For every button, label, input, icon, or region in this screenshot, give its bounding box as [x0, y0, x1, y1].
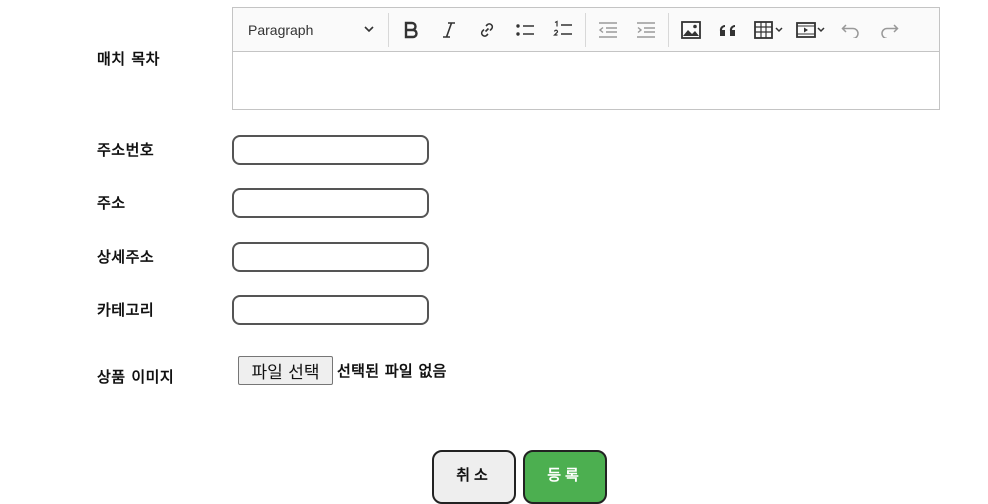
file-select-button[interactable]: 파일 선택 [238, 356, 333, 385]
heading-dropdown[interactable]: Paragraph [233, 8, 385, 52]
toolbar-divider [668, 12, 669, 47]
bulleted-list-button[interactable] [506, 8, 544, 52]
category-input[interactable] [232, 295, 429, 325]
address-label: 주소 [97, 194, 126, 212]
toc-label: 매치 목차 [97, 50, 160, 68]
detail-address-label: 상세주소 [97, 248, 155, 266]
undo-button[interactable] [832, 8, 870, 52]
numbered-list-icon [553, 20, 573, 40]
zipcode-label: 주소번호 [97, 141, 155, 159]
outdent-button[interactable] [589, 8, 627, 52]
italic-icon [440, 21, 458, 39]
toolbar-divider [585, 12, 586, 47]
chevron-down-icon [363, 22, 375, 38]
bulleted-list-icon [515, 21, 535, 39]
indent-button[interactable] [627, 8, 665, 52]
numbered-list-button[interactable] [544, 8, 582, 52]
insert-image-button[interactable] [672, 8, 710, 52]
category-label: 카테고리 [97, 301, 155, 319]
media-icon [796, 21, 826, 39]
indent-icon [636, 21, 656, 39]
bold-button[interactable] [392, 8, 430, 52]
address-input[interactable] [232, 188, 429, 218]
table-icon [754, 20, 784, 39]
submit-button[interactable]: 등록 [523, 450, 607, 504]
insert-table-button[interactable] [748, 8, 790, 52]
image-label: 상품 이미지 [97, 368, 175, 386]
link-button[interactable] [468, 8, 506, 52]
outdent-icon [598, 21, 618, 39]
heading-dropdown-label: Paragraph [248, 21, 314, 38]
editor-content-area[interactable] [233, 52, 939, 110]
image-icon [681, 20, 701, 39]
undo-icon [841, 22, 861, 38]
cancel-button[interactable]: 취소 [432, 450, 516, 504]
editor-toolbar: Paragraph [233, 8, 939, 52]
italic-button[interactable] [430, 8, 468, 52]
zipcode-input[interactable] [232, 135, 429, 165]
redo-icon [879, 22, 899, 38]
insert-media-button[interactable] [790, 8, 832, 52]
link-icon [478, 21, 496, 39]
detail-address-input[interactable] [232, 242, 429, 272]
redo-button[interactable] [870, 8, 908, 52]
file-status-text: 선택된 파일 없음 [337, 362, 447, 380]
blockquote-icon [719, 22, 739, 38]
rich-text-editor: Paragraph [232, 7, 940, 110]
blockquote-button[interactable] [710, 8, 748, 52]
bold-icon [402, 21, 420, 39]
toolbar-divider [388, 12, 389, 47]
